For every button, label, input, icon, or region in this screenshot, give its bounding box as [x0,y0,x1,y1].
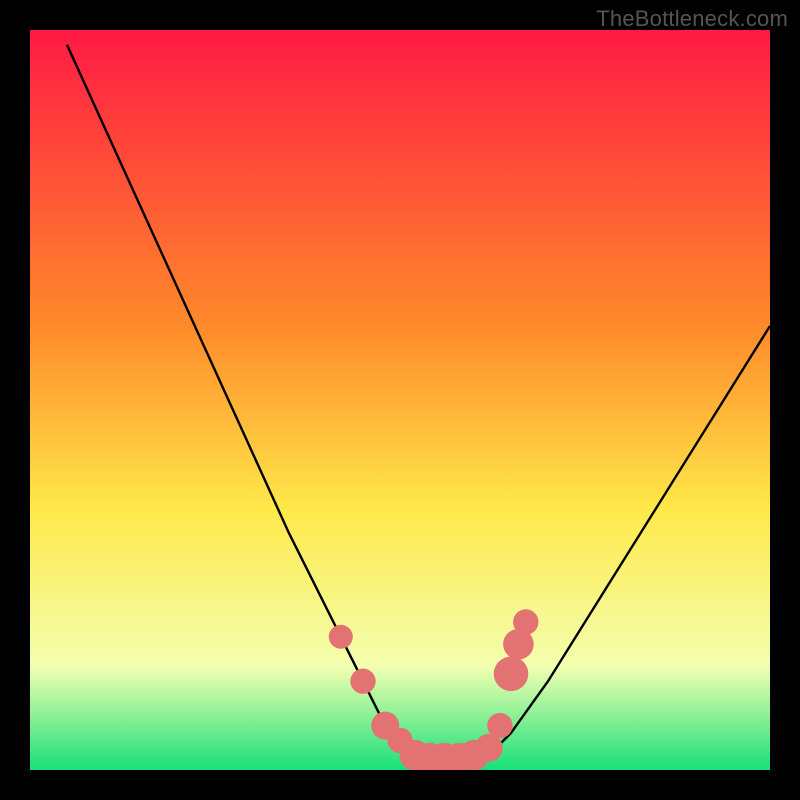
gradient-background [30,30,770,770]
watermark-text: TheBottleneck.com [596,6,788,32]
chart-frame: TheBottleneck.com [0,0,800,800]
data-marker [487,713,512,738]
data-marker [329,625,353,649]
data-marker [494,657,529,692]
plot-area [30,30,770,770]
data-marker [513,609,538,634]
chart-svg [30,30,770,770]
data-marker [350,669,375,694]
